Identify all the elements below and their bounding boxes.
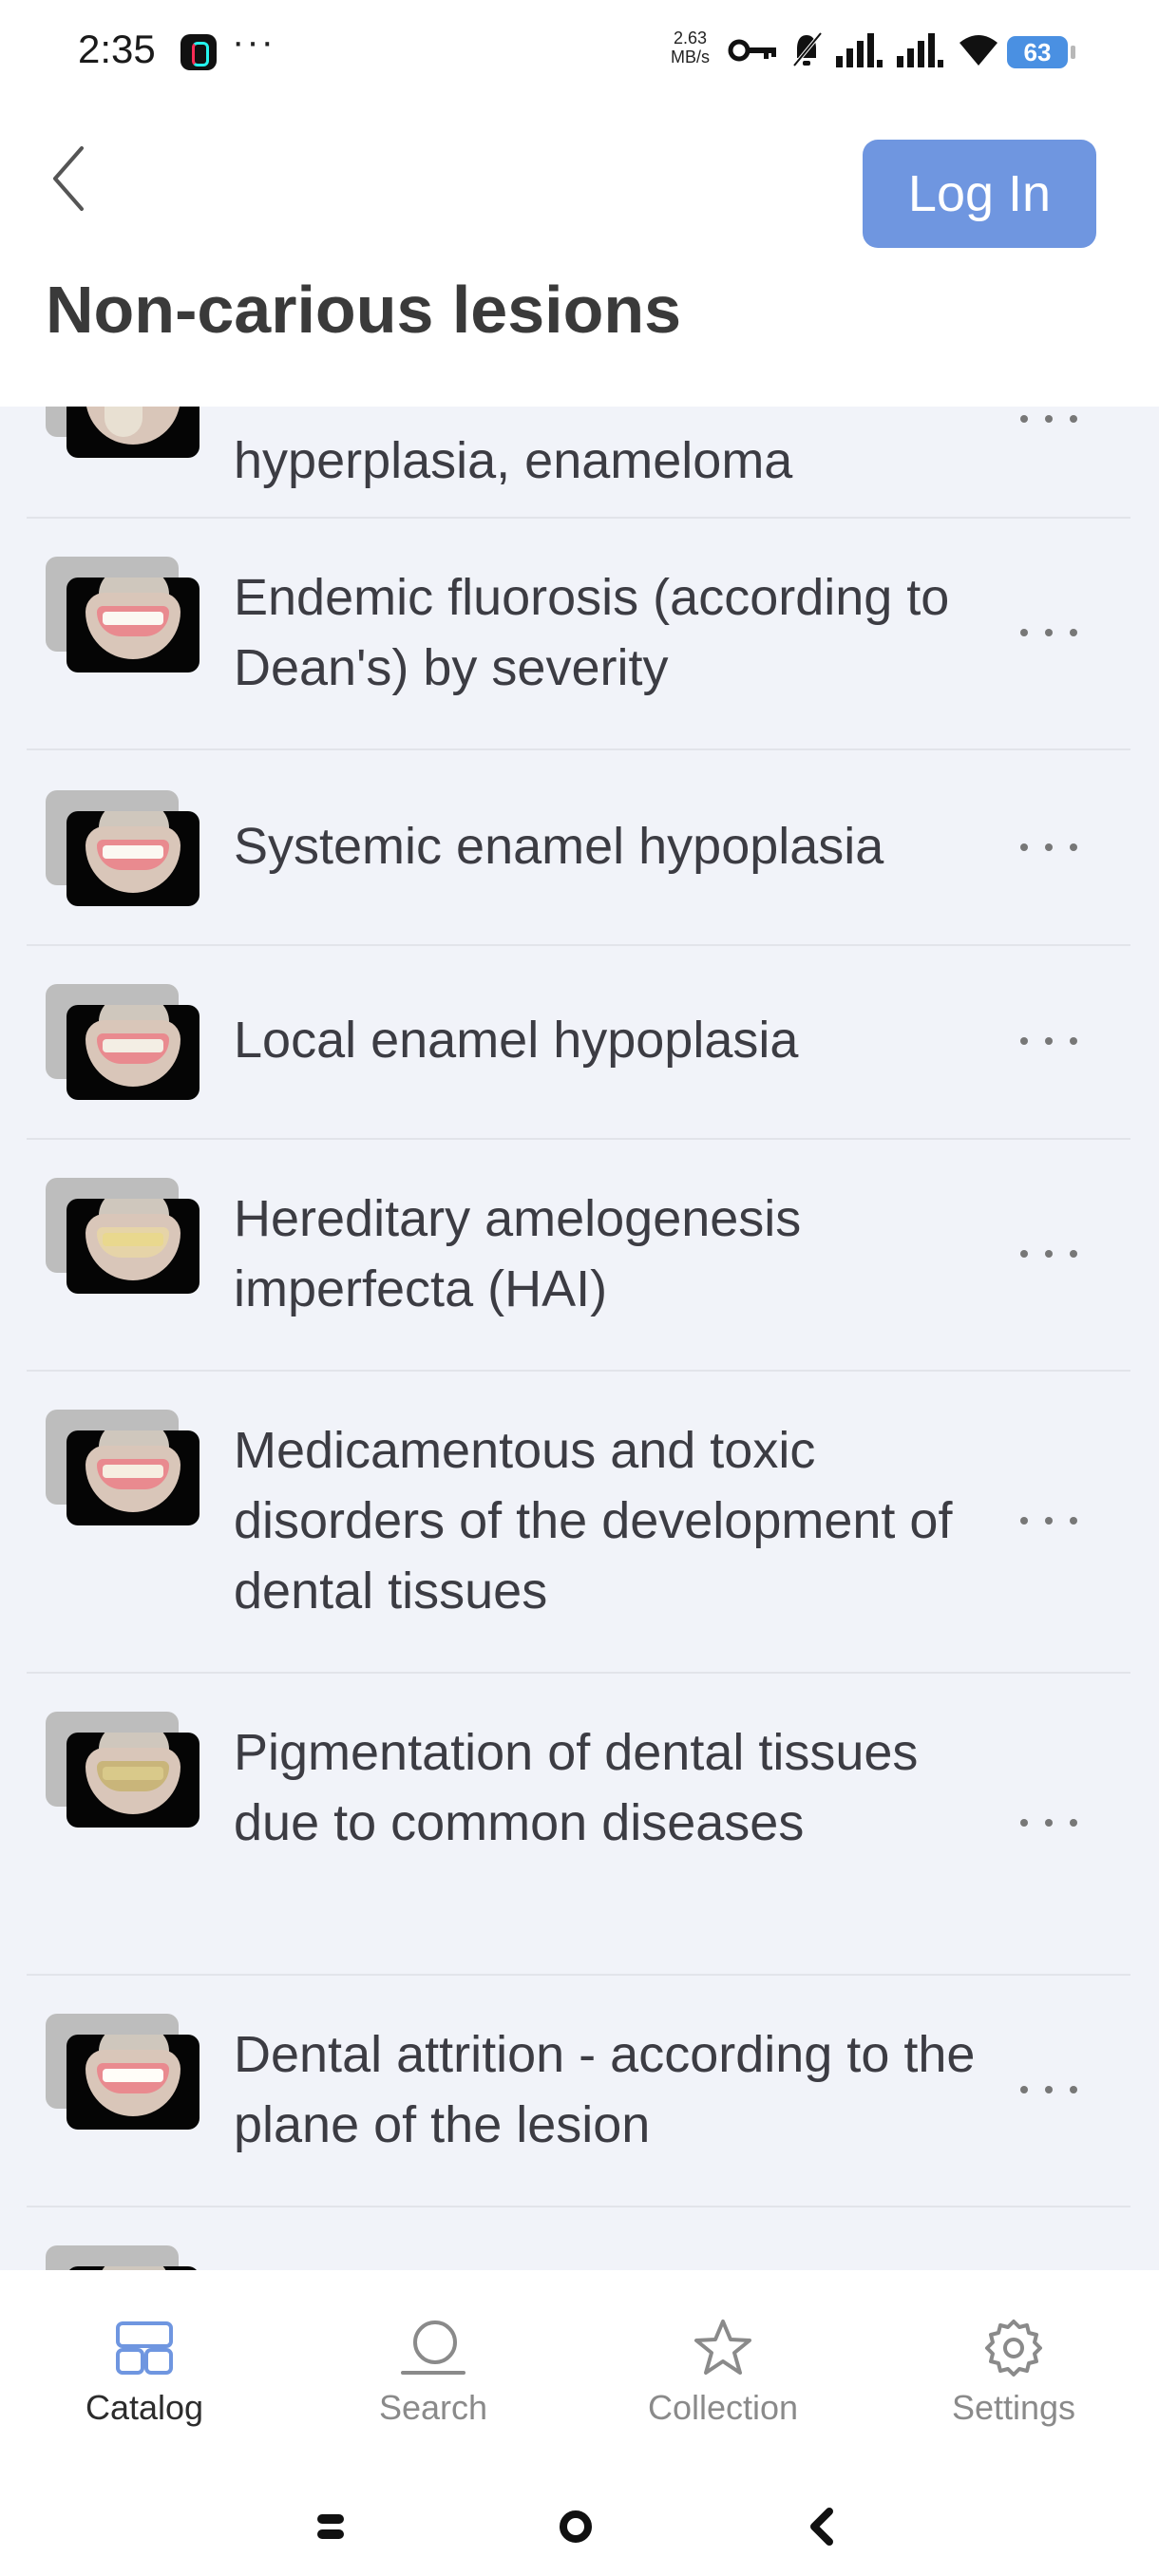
item-thumbnail (46, 790, 200, 908)
wifi-icon (960, 35, 998, 66)
network-speed-unit: MB/s (671, 47, 711, 66)
back-nav-button[interactable] (792, 2498, 849, 2555)
item-thumbnail (46, 2014, 200, 2131)
list-item[interactable]: Pigmentation of dental tissues due to co… (27, 1672, 1130, 1976)
status-bar: 2:35 ··· 2.63 MB/s 63 (0, 0, 1159, 104)
recents-button[interactable] (302, 2498, 359, 2555)
tab-collection-label: Collection (647, 2388, 799, 2427)
key-icon (728, 39, 776, 62)
search-icon (401, 2320, 466, 2375)
page-title: Non-carious lesions (46, 273, 682, 347)
tab-search[interactable]: Search (314, 2270, 552, 2470)
list-item[interactable]: Dental attrition - according to the plan… (27, 1974, 1130, 2207)
tab-settings-label: Settings (951, 2388, 1076, 2427)
grid-icon (116, 2321, 173, 2375)
tab-settings[interactable]: Settings (895, 2270, 1132, 2470)
tab-catalog[interactable]: Catalog (26, 2270, 263, 2470)
home-button[interactable] (547, 2498, 604, 2555)
app-header: Log In Non-carious lesions (0, 104, 1159, 407)
network-speed: 2.63 MB/s (671, 28, 710, 66)
status-more: ··· (232, 21, 276, 63)
chevron-left-icon (53, 146, 84, 211)
more-options-button[interactable] (1020, 407, 1077, 438)
item-thumbnail (46, 2245, 200, 2270)
list-item[interactable] (27, 2206, 1130, 2270)
item-label: Hereditary amelogenesis imperfecta (HAI) (234, 1190, 802, 1317)
list-item[interactable]: Endemic fluorosis (according to Dean's) … (27, 517, 1130, 750)
bottom-tab-bar: Catalog Search Collection Settings (0, 2270, 1159, 2470)
more-options-button[interactable] (1020, 1022, 1077, 1060)
network-speed-value: 2.63 (673, 28, 708, 47)
status-time: 2:35 (78, 27, 156, 71)
item-thumbnail (46, 1178, 200, 1296)
item-label: Medicamentous and toxic disorders of the… (234, 1422, 953, 1619)
tab-search-label: Search (378, 2388, 488, 2427)
status-icons (728, 27, 999, 74)
back-button[interactable] (42, 139, 99, 215)
tiktok-app-icon (180, 34, 217, 70)
item-thumbnail (46, 1410, 200, 1527)
home-icon (560, 2510, 592, 2543)
lesion-list: hyperplasia, enameloma Endemic fluorosis… (0, 407, 1159, 2270)
item-label: hyperplasia, enameloma (234, 432, 793, 489)
item-thumbnail (46, 557, 200, 674)
more-options-button[interactable] (1020, 1502, 1077, 1540)
system-nav-bar (0, 2470, 1159, 2576)
item-label: Dental attrition - according to the plan… (234, 2026, 976, 2153)
item-label: Systemic enamel hypoplasia (234, 818, 884, 875)
signal-icon-2 (897, 33, 943, 67)
list-item[interactable]: Hereditary amelogenesis imperfecta (HAI) (27, 1138, 1130, 1372)
tab-catalog-label: Catalog (85, 2388, 204, 2427)
list-item[interactable]: Local enamel hypoplasia (27, 944, 1130, 1140)
item-thumbnail (46, 407, 200, 460)
item-thumbnail (46, 984, 200, 1102)
list-item[interactable]: hyperplasia, enameloma (27, 407, 1130, 519)
more-options-button[interactable] (1020, 2071, 1077, 2109)
item-label: Pigmentation of dental tissues due to co… (234, 1724, 919, 1851)
back-nav-icon (810, 2508, 833, 2546)
recents-icon (317, 2514, 344, 2539)
list-item[interactable]: Systemic enamel hypoplasia (27, 748, 1130, 946)
star-icon (694, 2320, 751, 2375)
item-label: Endemic fluorosis (according to Dean's) … (234, 569, 950, 696)
more-options-button[interactable] (1020, 1235, 1077, 1273)
login-button[interactable]: Log In (863, 140, 1096, 248)
more-options-button[interactable] (1020, 614, 1077, 652)
more-options-button[interactable] (1020, 828, 1077, 866)
gear-icon (985, 2320, 1042, 2377)
tab-collection[interactable]: Collection (604, 2270, 842, 2470)
signal-icon-1 (836, 33, 883, 67)
item-thumbnail (46, 1712, 200, 1829)
item-label: Local enamel hypoplasia (234, 1012, 799, 1069)
more-options-button[interactable] (1020, 1804, 1077, 1842)
battery-indicator: 63 (1007, 36, 1075, 68)
mute-bell-icon (792, 31, 823, 67)
list-item[interactable]: Medicamentous and toxic disorders of the… (27, 1370, 1130, 1674)
